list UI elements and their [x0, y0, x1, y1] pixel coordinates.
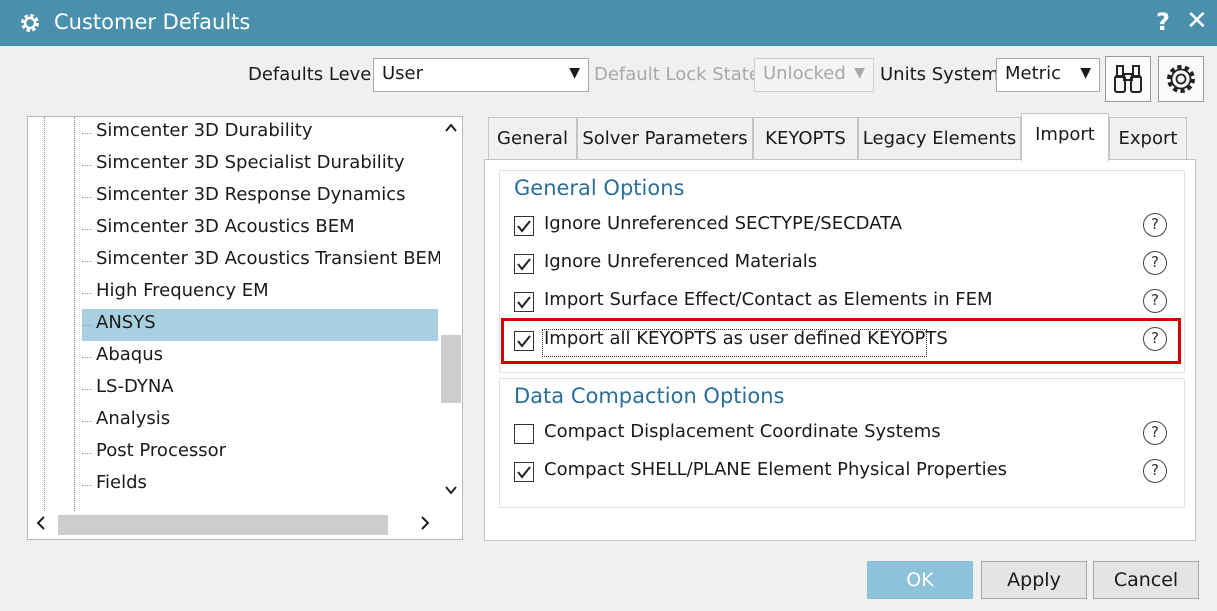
tab-label: KEYOPTS	[765, 128, 846, 149]
tree-item-label: Simcenter 3D Specialist Durability	[96, 152, 405, 173]
chevron-right-icon[interactable]	[418, 513, 432, 533]
chevron-down-icon: ▼	[1080, 65, 1091, 81]
help-button[interactable]: ?	[1156, 8, 1170, 36]
help-icon[interactable]: ?	[1143, 459, 1167, 483]
tree-item-label: Post Processor	[96, 440, 227, 461]
lock-state-value: Unlocked	[763, 63, 846, 84]
tree-item[interactable]: Post Processor	[82, 437, 438, 469]
title-bar: Customer Defaults ? ✕	[0, 0, 1217, 46]
units-system-label: Units System	[880, 64, 999, 85]
cancel-button[interactable]: Cancel	[1093, 561, 1199, 599]
find-button[interactable]	[1105, 56, 1151, 102]
chevron-down-icon: ▼	[854, 65, 865, 81]
tree-item[interactable]: Analysis	[82, 405, 438, 437]
tab-solver-parameters[interactable]: Solver Parameters	[577, 117, 753, 159]
chevron-left-icon[interactable]	[34, 513, 48, 533]
tab-import[interactable]: Import	[1021, 113, 1109, 161]
option-import-surface-effect[interactable]: Import Surface Effect/Contact as Element…	[514, 288, 1134, 318]
highlight-annotation	[501, 318, 1181, 364]
tree-item[interactable]: LS-DYNA	[82, 373, 438, 405]
option-label: Compact SHELL/PLANE Element Physical Pro…	[544, 459, 1008, 480]
defaults-level-value: User	[382, 63, 424, 84]
checkmark-icon	[517, 258, 531, 271]
checkbox[interactable]	[514, 254, 534, 274]
tree-item[interactable]: High Frequency EM	[82, 277, 438, 309]
tree-item-label: Simcenter 3D Acoustics Transient BEM	[96, 248, 443, 269]
scroll-thumb[interactable]	[58, 515, 388, 535]
ok-button[interactable]: OK	[867, 561, 973, 599]
option-label: Ignore Unreferenced SECTYPE/SECDATA	[544, 213, 903, 234]
lock-state-select[interactable]: Unlocked ▼	[754, 58, 874, 92]
tree-item-label: Abaqus	[96, 344, 163, 365]
help-icon[interactable]: ?	[1143, 289, 1167, 313]
tree-item-label: Simcenter 3D Durability	[96, 120, 313, 141]
option-ignore-sectype[interactable]: Ignore Unreferenced SECTYPE/SECDATA	[514, 212, 1134, 242]
checkbox[interactable]	[514, 216, 534, 236]
tab-general[interactable]: General	[488, 117, 577, 159]
apply-button[interactable]: Apply	[981, 561, 1087, 599]
defaults-level-label: Defaults Level	[248, 64, 377, 85]
checkbox[interactable]	[514, 292, 534, 312]
tree-item-label: Simcenter 3D Acoustics BEM	[96, 216, 355, 237]
close-button[interactable]: ✕	[1186, 6, 1208, 36]
tree-item-label: Simcenter 3D Response Dynamics	[96, 184, 406, 205]
tab-label: Export	[1118, 128, 1178, 149]
scroll-thumb[interactable]	[441, 335, 461, 403]
gear-icon[interactable]	[18, 11, 42, 35]
help-icon[interactable]: ?	[1143, 251, 1167, 275]
tab-label: Legacy Elements	[862, 128, 1017, 149]
data-compaction-title: Data Compaction Options	[514, 384, 785, 408]
chevron-down-icon[interactable]	[444, 483, 458, 497]
help-icon[interactable]: ?	[1143, 213, 1167, 237]
checkmark-icon	[517, 466, 531, 479]
tree-item-label: Analysis	[96, 408, 171, 429]
tree-item-label: High Frequency EM	[96, 280, 269, 301]
checkmark-icon	[517, 296, 531, 309]
tab-keyopts[interactable]: KEYOPTS	[753, 117, 858, 159]
tree-item[interactable]: Simcenter 3D Specialist Durability	[82, 149, 438, 181]
lock-state-label: Default Lock State	[594, 64, 760, 85]
binoculars-icon	[1114, 65, 1142, 93]
tab-label: Import	[1035, 124, 1095, 145]
tree-item[interactable]: Simcenter 3D Response Dynamics	[82, 181, 438, 213]
chevron-up-icon[interactable]	[444, 121, 458, 135]
settings-button[interactable]	[1158, 56, 1204, 102]
tab-label: Solver Parameters	[582, 128, 748, 149]
tree-item-label: Fields	[96, 472, 147, 493]
tree-item[interactable]: Abaqus	[82, 341, 438, 373]
tree-guide-line	[74, 117, 75, 519]
tab-export[interactable]: Export	[1109, 117, 1187, 159]
tree-item-selected[interactable]: ANSYS	[82, 309, 438, 341]
tree-item[interactable]: Fields	[82, 469, 438, 501]
option-ignore-materials[interactable]: Ignore Unreferenced Materials	[514, 250, 1134, 280]
tree-item[interactable]: Simcenter 3D Acoustics BEM	[82, 213, 438, 245]
general-options-title: General Options	[514, 176, 685, 200]
option-compact-shell-plane[interactable]: Compact SHELL/PLANE Element Physical Pro…	[514, 458, 1134, 488]
checkbox[interactable]	[514, 424, 534, 444]
help-icon[interactable]: ?	[1143, 327, 1167, 351]
checkmark-icon	[517, 220, 531, 233]
units-system-select[interactable]: Metric ▼	[996, 58, 1100, 92]
option-label: Ignore Unreferenced Materials	[544, 251, 818, 272]
tree-item-label: LS-DYNA	[96, 376, 174, 397]
tree-item[interactable]: Simcenter 3D Durability	[82, 117, 438, 149]
option-label: Import Surface Effect/Contact as Element…	[544, 289, 993, 310]
tree-vertical-scrollbar[interactable]	[440, 117, 462, 509]
tab-label: General	[497, 128, 568, 149]
tab-legacy-elements[interactable]: Legacy Elements	[858, 117, 1021, 159]
window-title: Customer Defaults	[54, 10, 251, 34]
tree-guide-line	[44, 117, 45, 519]
tree-horizontal-scrollbar[interactable]	[28, 511, 440, 539]
defaults-level-select[interactable]: User ▼	[373, 58, 589, 92]
chevron-down-icon: ▼	[569, 65, 580, 81]
category-tree[interactable]: Simcenter 3D Durability Simcenter 3D Spe…	[27, 116, 463, 540]
option-compact-displacement[interactable]: Compact Displacement Coordinate Systems	[514, 420, 1134, 450]
option-label: Compact Displacement Coordinate Systems	[544, 421, 941, 442]
gear-icon	[1167, 65, 1195, 93]
tree-item[interactable]: Simcenter 3D Acoustics Transient BEM	[82, 245, 442, 277]
help-icon[interactable]: ?	[1143, 421, 1167, 445]
tree-item-label: ANSYS	[96, 312, 156, 333]
checkbox[interactable]	[514, 462, 534, 482]
units-system-value: Metric	[1005, 63, 1061, 84]
